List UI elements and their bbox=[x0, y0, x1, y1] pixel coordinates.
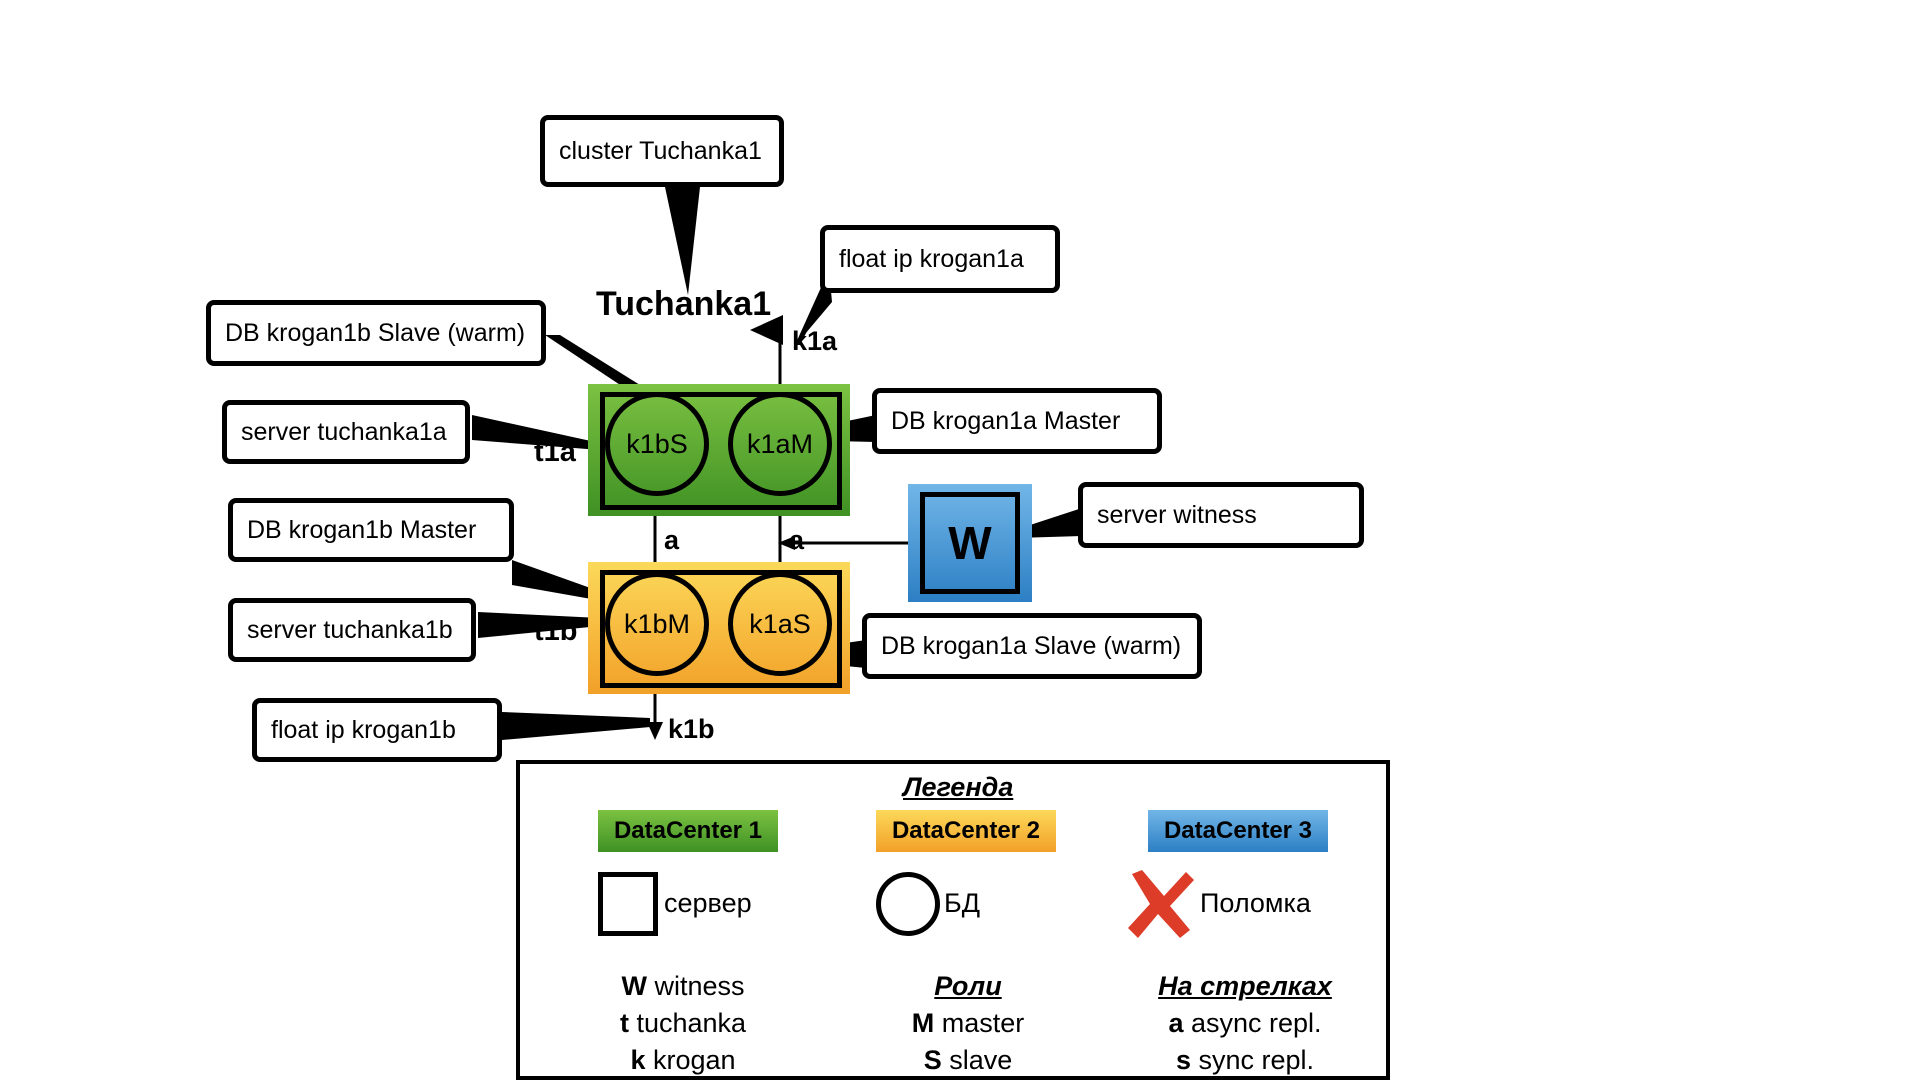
callout-db-krogan1b-master-label: DB krogan1b Master bbox=[247, 515, 477, 544]
label-repl-left: a bbox=[664, 525, 680, 555]
callout-float-ip-krogan1a: float ip krogan1a bbox=[820, 225, 1060, 293]
legend-row-krogan: k krogan bbox=[568, 1042, 798, 1079]
legend-row-slave: S slave bbox=[858, 1042, 1078, 1079]
legend-text-slave: slave bbox=[949, 1045, 1013, 1075]
callout-server-tuchanka1a: server tuchanka1a bbox=[222, 400, 470, 464]
callout-server-tuchanka1b-label: server tuchanka1b bbox=[247, 615, 453, 644]
cross-icon bbox=[1128, 870, 1194, 938]
diagram-canvas: cluster Tuchanka1 Tuchanka1 float ip kro… bbox=[0, 0, 1920, 1080]
db-k1aM: k1aM bbox=[728, 392, 832, 496]
legend-text-witness: witness bbox=[654, 971, 745, 1001]
db-k1aM-label: k1aM bbox=[746, 428, 814, 459]
callout-tail-cluster bbox=[665, 187, 700, 295]
witness-label: W bbox=[948, 517, 992, 569]
legend-row-sync: s sync repl. bbox=[1120, 1042, 1370, 1079]
callout-db-krogan1a-slave: DB krogan1a Slave (warm) bbox=[862, 613, 1202, 679]
legend-row-master: M master bbox=[858, 1005, 1078, 1042]
legend-row-async: a async repl. bbox=[1120, 1005, 1370, 1042]
legend-swatch-datacenter3: DataCenter 3 bbox=[1148, 810, 1328, 852]
callout-db-krogan1a-master: DB krogan1a Master bbox=[872, 388, 1162, 454]
legend-row-witness: W witness bbox=[568, 968, 798, 1005]
callout-db-krogan1b-slave: DB krogan1b Slave (warm) bbox=[206, 300, 546, 366]
legend-text-tuchanka: tuchanka bbox=[636, 1008, 747, 1038]
legend-swatch-datacenter1-label: DataCenter 1 bbox=[613, 817, 763, 844]
callout-float-ip-krogan1b: float ip krogan1b bbox=[252, 698, 502, 762]
callout-float-ip-krogan1a-label: float ip krogan1a bbox=[839, 244, 1024, 273]
legend-row-tuchanka: t tuchanka bbox=[568, 1005, 798, 1042]
legend-label-db: БД bbox=[944, 888, 981, 918]
callout-db-krogan1a-slave-label: DB krogan1a Slave (warm) bbox=[881, 631, 1182, 660]
callout-cluster-label: cluster Tuchanka1 bbox=[559, 136, 762, 165]
legend-text-master: master bbox=[941, 1008, 1025, 1038]
legend-key-a: a bbox=[1168, 1008, 1184, 1038]
db-k1bS-label: k1bS bbox=[626, 428, 688, 459]
legend-swatch-datacenter1: DataCenter 1 bbox=[598, 810, 778, 852]
cluster-title: Tuchanka1 bbox=[596, 285, 772, 323]
legend-key-s: s bbox=[1175, 1045, 1191, 1075]
label-repl-right: a bbox=[789, 525, 805, 555]
legend-column-roles: Роли M master S slave bbox=[858, 968, 1078, 1079]
legend-key-k: k bbox=[630, 1045, 646, 1075]
callout-server-tuchanka1a-label: server tuchanka1a bbox=[241, 417, 447, 446]
legend-title: Легенда bbox=[903, 772, 1014, 802]
callout-db-krogan1b-master: DB krogan1b Master bbox=[228, 498, 514, 562]
pointer-float-ip-b bbox=[502, 712, 650, 740]
db-k1aS-label: k1aS bbox=[749, 608, 811, 639]
legend-column-arrows: На стрелках a async repl. s sync repl. bbox=[1120, 968, 1370, 1079]
legend-text-async: async repl. bbox=[1190, 1008, 1322, 1038]
legend-key-S: S bbox=[923, 1045, 942, 1075]
callout-server-tuchanka1b: server tuchanka1b bbox=[228, 598, 476, 662]
callout-db-krogan1b-slave-label: DB krogan1b Slave (warm) bbox=[225, 318, 526, 347]
square-icon bbox=[598, 872, 658, 936]
callout-float-ip-krogan1b-label: float ip krogan1b bbox=[271, 715, 456, 744]
legend-column-abbrev: W witness t tuchanka k krogan bbox=[568, 968, 798, 1079]
legend-header-roles: Роли bbox=[934, 971, 1002, 1001]
legend-swatch-datacenter3-label: DataCenter 3 bbox=[1163, 817, 1313, 844]
callout-cluster: cluster Tuchanka1 bbox=[540, 115, 784, 187]
legend-key-t: t bbox=[619, 1008, 629, 1038]
legend-label-failure: Поломка bbox=[1200, 888, 1311, 918]
legend-swatch-datacenter2: DataCenter 2 bbox=[876, 810, 1056, 852]
callout-server-witness-label: server witness bbox=[1097, 500, 1257, 529]
label-k1a: k1a bbox=[792, 326, 838, 356]
legend-key-W: W bbox=[621, 971, 647, 1001]
legend-label-server: сервер bbox=[664, 888, 752, 918]
label-k1b: k1b bbox=[668, 714, 715, 744]
callout-server-witness: server witness bbox=[1078, 482, 1364, 548]
legend-text-krogan: krogan bbox=[652, 1045, 736, 1075]
callout-db-krogan1a-master-label: DB krogan1a Master bbox=[891, 406, 1121, 435]
db-k1bM: k1bM bbox=[605, 572, 709, 676]
legend-key-M: M bbox=[911, 1008, 935, 1038]
db-k1bM-label: k1bM bbox=[623, 608, 691, 639]
db-k1aS: k1aS bbox=[728, 572, 832, 676]
server-tuchanka1a-tag: t1a bbox=[534, 436, 576, 468]
server-tuchanka1b-tag: t1b bbox=[534, 615, 578, 647]
legend-header-arrows: На стрелках bbox=[1158, 971, 1332, 1001]
circle-icon bbox=[876, 872, 940, 936]
db-k1bS: k1bS bbox=[605, 392, 709, 496]
legend-swatch-datacenter2-label: DataCenter 2 bbox=[891, 817, 1041, 844]
legend-text-sync: sync repl. bbox=[1198, 1045, 1315, 1075]
